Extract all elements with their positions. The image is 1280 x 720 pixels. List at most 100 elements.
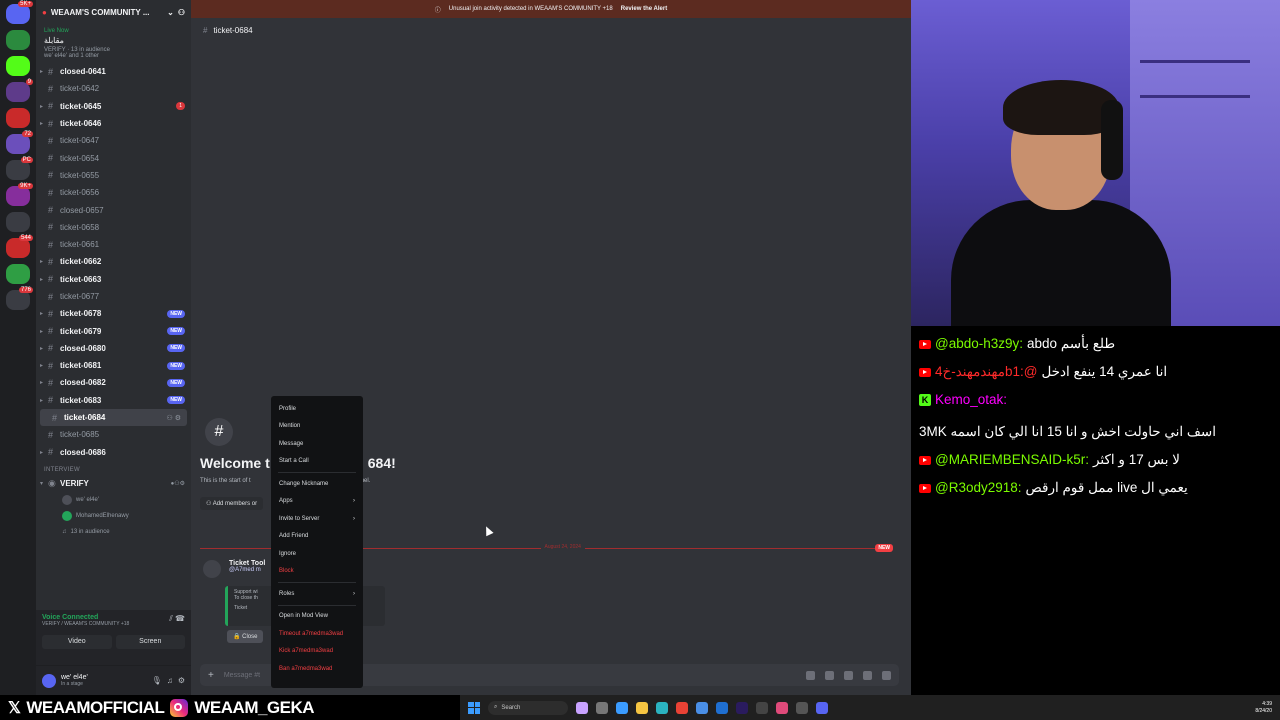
app-icon[interactable]	[596, 701, 608, 714]
edge-icon[interactable]	[656, 701, 668, 714]
context-menu-item[interactable]: Roles ›	[274, 585, 360, 603]
channel-item[interactable]: # closed-0657	[36, 201, 191, 218]
channel-item[interactable]: # ticket-0654	[36, 149, 191, 166]
close-ticket-button[interactable]: 🔒 Close	[227, 630, 264, 643]
app-icon[interactable]	[796, 701, 808, 714]
channel-item[interactable]: ▸ # ticket-0678 NEW	[36, 305, 191, 322]
channel-item[interactable]: ▸ # closed-0680 NEW	[36, 340, 191, 357]
context-menu-item[interactable]: Add Friend	[274, 528, 360, 546]
channel-item[interactable]: # ticket-0685	[36, 426, 191, 443]
channel-item[interactable]: ▸ # closed-0641	[36, 63, 191, 80]
server-header[interactable]: ● WEAAM'S COMMUNITY ... ⌄ ⚇	[36, 0, 191, 24]
channel-item[interactable]: ▸ # closed-0686	[36, 444, 191, 461]
context-menu-item[interactable]: Start a Call	[274, 453, 360, 471]
system-tray[interactable]: 4:39 8/24/20	[1255, 701, 1272, 715]
context-menu-item[interactable]: Mention	[274, 418, 360, 436]
premiere-icon[interactable]	[736, 701, 748, 714]
app-icon[interactable]	[616, 701, 628, 714]
server-icon[interactable]: PC	[6, 157, 33, 180]
server-icon[interactable]	[6, 212, 30, 232]
headphones-icon[interactable]: ♫	[167, 676, 173, 685]
channel-item[interactable]: # ticket-0656	[36, 184, 191, 201]
voice-status[interactable]: Voice Connected	[42, 614, 129, 621]
voice-location[interactable]: VERIFY / WEAAM'S COMMUNITY +18	[42, 621, 129, 627]
context-menu-item[interactable]: Change Nickname	[274, 475, 360, 493]
server-icon[interactable]: 72	[6, 131, 33, 154]
context-menu-item[interactable]: Ban a7medma3wad	[274, 660, 360, 678]
context-menu-item[interactable]: Kick a7medma3wad	[274, 643, 360, 661]
context-menu-item[interactable]: Ignore	[274, 545, 360, 563]
channel-item[interactable]: # ticket-0661	[36, 236, 191, 253]
server-icon[interactable]: 5K+	[6, 1, 33, 24]
server-icon[interactable]: 544	[6, 235, 33, 258]
mic-icon[interactable]: 🎙	[152, 676, 162, 685]
context-menu-item[interactable]: Profile	[274, 400, 360, 418]
gif-icon[interactable]	[825, 670, 834, 680]
voice-member[interactable]: we' el4e'	[36, 492, 191, 508]
signal-icon[interactable]: ⫽	[169, 614, 173, 623]
channel-item[interactable]: # ticket-0677	[36, 288, 191, 305]
plus-icon[interactable]: +	[208, 670, 214, 681]
channel-item[interactable]: ▸ # ticket-0681 NEW	[36, 357, 191, 374]
channel-item[interactable]: # ticket-0684 ⚇ ⚙	[40, 408, 187, 427]
server-icon[interactable]	[6, 264, 30, 284]
context-menu-item[interactable]: Block	[274, 563, 360, 581]
gear-icon[interactable]: ⚙	[178, 676, 185, 685]
bot-name[interactable]: Ticket Tool	[229, 560, 265, 567]
audience-count[interactable]: ♫ 13 in audience	[36, 524, 191, 540]
chat-icon[interactable]: ●⚇⚙	[171, 480, 185, 487]
avatar[interactable]	[203, 560, 221, 578]
server-icon[interactable]: 9K+	[6, 183, 33, 206]
screen-share-button[interactable]: Screen	[115, 635, 185, 649]
sticker-icon[interactable]	[844, 670, 853, 680]
folder-icon[interactable]	[636, 701, 648, 714]
context-menu-item[interactable]: Open in Mod View	[274, 608, 360, 626]
gift-icon[interactable]	[806, 670, 815, 680]
app-icon[interactable]	[716, 701, 728, 714]
server-icon[interactable]: 776	[6, 287, 33, 310]
emoji-icon[interactable]	[863, 670, 872, 680]
user-mention[interactable]: @A7med m	[229, 567, 265, 573]
channel-item[interactable]: # ticket-0642	[36, 80, 191, 97]
windows-start-icon[interactable]	[468, 701, 480, 714]
app-icon[interactable]	[576, 701, 588, 714]
context-menu-item[interactable]: Timeout a7medma3wad	[274, 625, 360, 643]
obs-icon[interactable]	[756, 701, 768, 714]
channel-item[interactable]: ▸ # ticket-0662	[36, 253, 191, 270]
app-icon[interactable]	[776, 701, 788, 714]
channel-item[interactable]: ▸ # ticket-0645 1	[36, 98, 191, 115]
app-icon[interactable]	[696, 701, 708, 714]
category-interview[interactable]: INTERVIEW	[36, 461, 191, 475]
voice-member[interactable]: MohamedElhenawy	[36, 508, 191, 524]
message-input[interactable]: Message #t	[224, 672, 260, 679]
channel-item[interactable]: # ticket-0647	[36, 132, 191, 149]
context-menu-item[interactable]: Invite to Server ›	[274, 510, 360, 528]
review-alert-button[interactable]: Review the Alert	[621, 6, 667, 12]
chevron-down-icon[interactable]: ⌄	[167, 8, 174, 17]
server-icon[interactable]	[6, 30, 30, 50]
disconnect-icon[interactable]: ☎	[175, 614, 185, 623]
chrome-icon[interactable]	[676, 701, 688, 714]
channel-item[interactable]: ▸ # ticket-0679 NEW	[36, 322, 191, 339]
context-menu-item[interactable]: Apps ›	[274, 493, 360, 511]
channel-item[interactable]: ▸ # ticket-0683 NEW	[36, 392, 191, 409]
settings-icon[interactable]: ⚇ ⚙	[167, 414, 182, 422]
channel-item[interactable]: # ticket-0658	[36, 219, 191, 236]
apps-icon[interactable]	[882, 670, 891, 680]
discord-icon[interactable]	[816, 701, 828, 714]
channel-item[interactable]: # ticket-0655	[36, 167, 191, 184]
channel-item[interactable]: ▸ # ticket-0646	[36, 115, 191, 132]
add-member-icon[interactable]: ⚇	[178, 8, 185, 17]
channel-item[interactable]: ▸ # ticket-0663	[36, 271, 191, 288]
live-stage[interactable]: Live Now مقابلة VERIFY · 13 in audience …	[36, 24, 191, 63]
add-members-button[interactable]: ⚇ Add members or	[200, 497, 264, 510]
server-icon[interactable]	[6, 108, 30, 128]
server-icon[interactable]	[6, 56, 30, 76]
context-menu-item[interactable]: Message	[274, 435, 360, 453]
channel-item[interactable]: ▸ # closed-0682 NEW	[36, 374, 191, 391]
taskbar-search[interactable]: ⌕ Search	[488, 700, 568, 715]
avatar[interactable]	[42, 673, 56, 688]
video-button[interactable]: Video	[42, 635, 112, 649]
voice-channel-verify[interactable]: ▾ ◉ VERIFY ●⚇⚙	[36, 475, 191, 492]
server-icon[interactable]: 9	[6, 79, 33, 102]
